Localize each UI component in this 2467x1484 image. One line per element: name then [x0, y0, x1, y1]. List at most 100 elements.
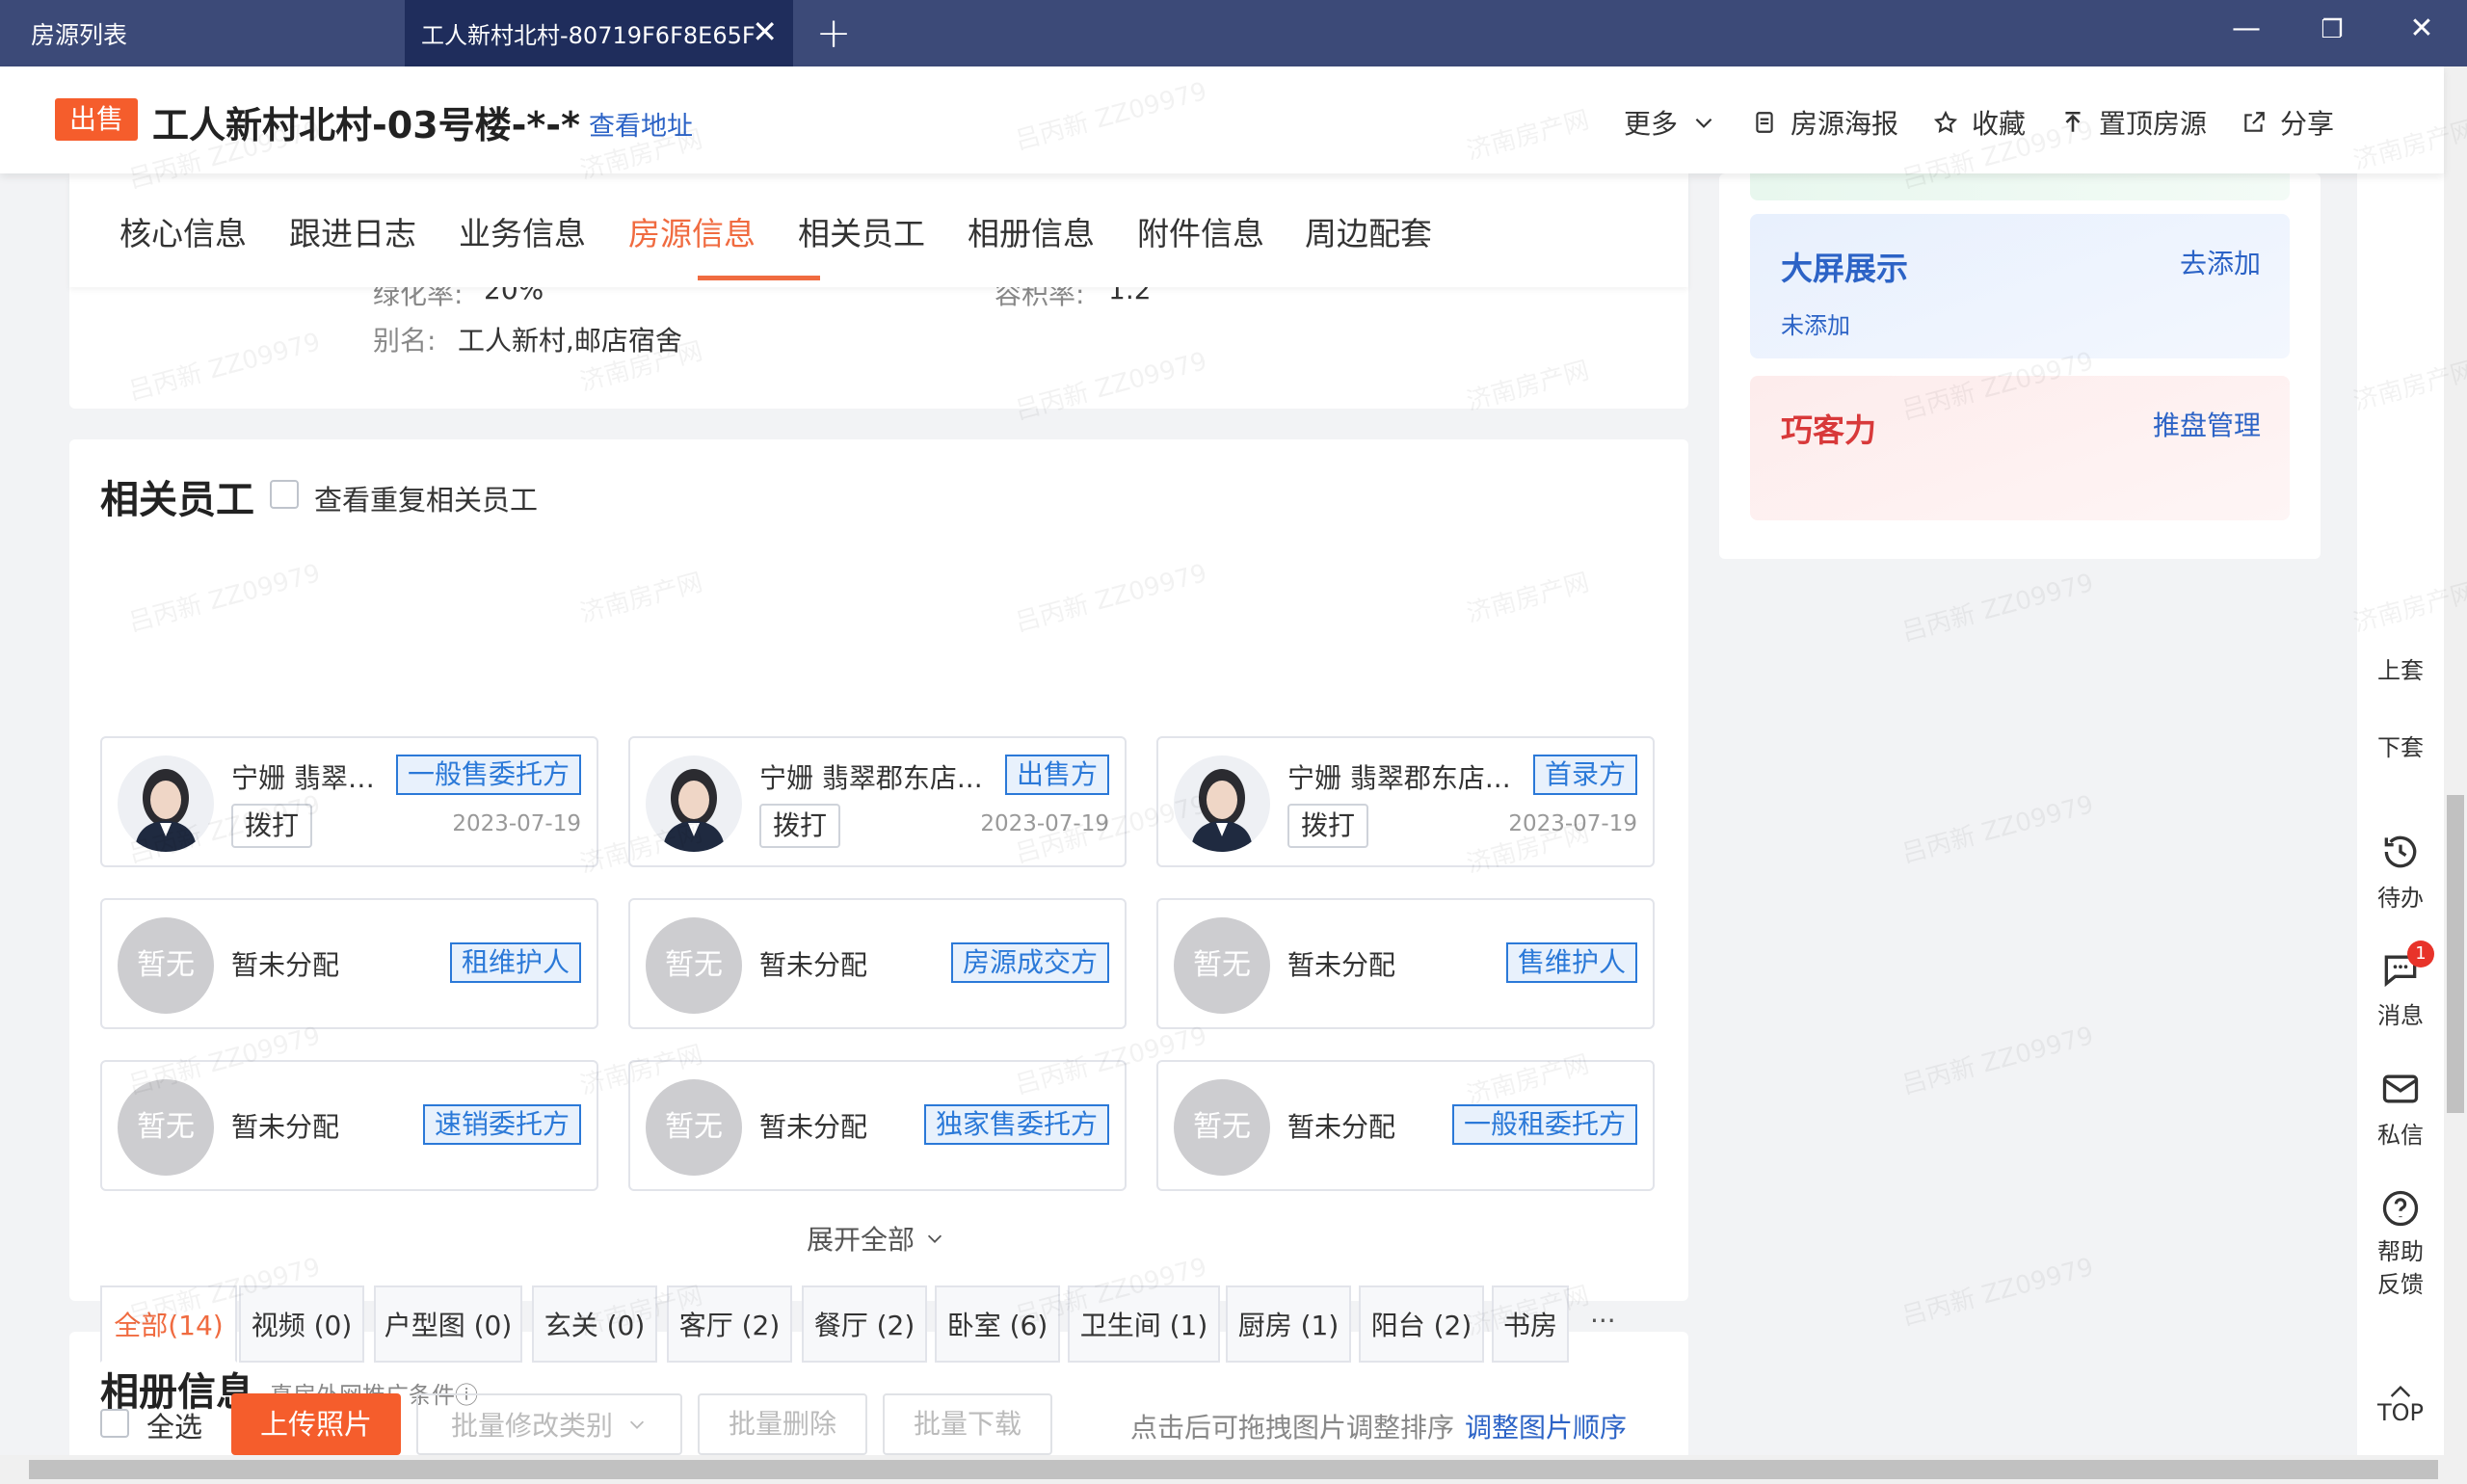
upload-photo-button[interactable]: 上传照片 — [231, 1393, 401, 1455]
private-label: 私信 — [2377, 1122, 2424, 1149]
tab-label: 工人新村北村-80719F6F8E65F — [421, 22, 756, 49]
album-tab[interactable]: 阳台 (2) — [1359, 1285, 1484, 1363]
batch-change-type-button[interactable]: 批量修改类别 — [416, 1393, 682, 1455]
messages-button[interactable]: 消息 1 — [2357, 941, 2444, 1030]
album-tab[interactable]: 厨房 (1) — [1226, 1285, 1351, 1363]
album-tab[interactable]: 全部(14) — [100, 1285, 237, 1363]
staff-name: 暂未分配 — [231, 1111, 340, 1143]
private-message-button[interactable]: 私信 — [2357, 1068, 2444, 1150]
poster-button[interactable]: 房源海报 — [1752, 103, 1898, 142]
qiaokeli-manage-link[interactable]: 推盘管理 — [2153, 405, 2261, 443]
big-screen-title: 大屏展示 — [1781, 250, 1908, 287]
alias-label: 别名: — [373, 325, 437, 357]
avatar — [1174, 755, 1270, 852]
batch-download-button[interactable]: 批量下载 — [883, 1393, 1052, 1455]
album-tab[interactable]: 视频 (0) — [239, 1285, 364, 1363]
staff-card-item: 宁姗 翡翠郡东店... 出售方 拨打 2023-07-19 — [628, 736, 1127, 867]
staff-card-item: 暂无 暂未分配 速销委托方 — [100, 1060, 598, 1191]
vertical-scrollbar[interactable] — [2444, 66, 2467, 1455]
help-feedback-button[interactable]: 帮助 反馈 — [2357, 1187, 2444, 1301]
close-window-button[interactable]: ✕ — [2402, 12, 2441, 45]
nav-tab[interactable]: 核心信息 — [119, 208, 247, 254]
staff-card: 相关员工 查看重复相关员工 宁姗 翡翠郡东店... 一般售委托方拨打 2023-07… — [69, 439, 1688, 1301]
album-tab[interactable]: 书房 — [1492, 1285, 1569, 1363]
help-icon — [2382, 1190, 2419, 1227]
top-label: TOP — [2376, 1399, 2425, 1426]
adjust-order-link[interactable]: 调整图片顺序 — [1465, 1407, 1627, 1445]
help-label: 帮助 反馈 — [2377, 1238, 2424, 1298]
vertical-scroll-thumb[interactable] — [2447, 795, 2464, 1113]
batch-delete-button[interactable]: 批量删除 — [698, 1393, 867, 1455]
expand-label: 展开全部 — [807, 1224, 915, 1256]
back-to-top-button[interactable]: TOP — [2357, 1380, 2444, 1426]
big-screen-card: 大屏展示 去添加 未添加 — [1750, 214, 2290, 358]
big-screen-add-link[interactable]: 去添加 — [2180, 243, 2261, 281]
album-tab[interactable]: 客厅 (2) — [667, 1285, 792, 1363]
staff-card-item: 暂无 暂未分配 售维护人 — [1156, 898, 1655, 1029]
tab-label: 房源列表 — [31, 20, 128, 49]
album-more-tabs[interactable]: ··· — [1590, 1305, 1616, 1337]
favorite-label: 收藏 — [1972, 108, 2027, 140]
minimize-button[interactable]: — — [2227, 12, 2266, 45]
prev-listing-button[interactable]: 上套 — [2357, 651, 2444, 685]
pin-top-button[interactable]: 置顶房源 — [2060, 103, 2207, 142]
green-card-remnant — [1750, 173, 2290, 200]
staff-name: 暂未分配 — [759, 1111, 868, 1143]
nav-tab[interactable]: 相册信息 — [968, 208, 1095, 254]
content-area: 绿化率: 20% 容积率: 1.2 别名: 工人新村,邮店宿舍 相关员工 查看重… — [0, 173, 2361, 1455]
poster-label: 房源海报 — [1791, 108, 1899, 140]
horizontal-scrollbar[interactable] — [0, 1455, 2467, 1484]
nav-tab[interactable]: 相关员工 — [798, 208, 925, 254]
chevron-down-icon — [1695, 118, 1712, 128]
album-tab[interactable]: 卫生间 (1) — [1068, 1285, 1220, 1363]
album-tab[interactable]: 餐厅 (2) — [802, 1285, 927, 1363]
album-tab[interactable]: 卧室 (6) — [935, 1285, 1060, 1363]
staff-card-item: 暂无 暂未分配 一般租委托方 — [1156, 1060, 1655, 1191]
staff-role-tag: 独家售委托方 — [923, 1104, 1109, 1145]
big-screen-status: 未添加 — [1781, 312, 1850, 339]
staff-role-tag: 房源成交方 — [950, 942, 1109, 983]
horizontal-scroll-thumb[interactable] — [29, 1460, 2438, 1479]
new-tab-button[interactable]: + — [809, 0, 858, 66]
select-all-checkbox[interactable] — [100, 1409, 129, 1438]
staff-role-tag: 首录方 — [1532, 755, 1637, 795]
repeat-staff-checkbox[interactable] — [270, 480, 299, 509]
call-button[interactable]: 拨打 — [759, 804, 841, 848]
tab-house-detail[interactable]: 工人新村北村-80719F6F8E65F ✕ — [405, 0, 793, 66]
nav-tab[interactable]: 业务信息 — [459, 208, 586, 254]
sale-badge: 出售 — [55, 98, 138, 141]
tab-house-list[interactable]: 房源列表 — [0, 0, 405, 66]
restore-button[interactable]: ❐ — [2313, 15, 2351, 44]
share-button[interactable]: 分享 — [2242, 103, 2334, 142]
nav-tab[interactable]: 房源信息 — [628, 208, 756, 254]
more-button[interactable]: 更多 — [1624, 103, 1716, 142]
view-address-link[interactable]: 查看地址 — [589, 105, 693, 143]
call-button[interactable]: 拨打 — [1287, 804, 1369, 848]
nav-tab[interactable]: 周边配套 — [1305, 208, 1432, 254]
chevron-up-icon — [2390, 1386, 2411, 1397]
todo-label: 待办 — [2377, 885, 2424, 912]
album-tab[interactable]: 户型图 (0) — [374, 1285, 522, 1363]
expand-all-button[interactable]: 展开全部 — [807, 1219, 945, 1258]
nav-tab[interactable]: 附件信息 — [1137, 208, 1264, 254]
staff-name: 暂未分配 — [759, 949, 868, 981]
nav-tab[interactable]: 跟进日志 — [289, 208, 416, 254]
clock-history-icon — [2384, 835, 2417, 868]
alias-value: 工人新村,邮店宿舍 — [458, 325, 682, 357]
batch-type-label: 批量修改类别 — [450, 1410, 613, 1442]
repeat-staff-label: 查看重复相关员工 — [314, 484, 539, 517]
favorite-button[interactable]: 收藏 — [1933, 103, 2026, 142]
staff-role-tag: 出售方 — [1004, 755, 1109, 795]
close-tab-icon[interactable]: ✕ — [752, 13, 778, 50]
qiaokeli-title: 巧客力 — [1781, 411, 1876, 449]
qiaokeli-card: 巧客力 推盘管理 — [1750, 376, 2290, 520]
album-tab[interactable]: 玄关 (0) — [532, 1285, 657, 1363]
avatar — [646, 755, 742, 852]
todo-button[interactable]: 待办 — [2357, 831, 2444, 913]
staff-date: 2023-07-19 — [452, 811, 581, 836]
call-button[interactable]: 拨打 — [231, 804, 313, 848]
avatar-placeholder: 暂无 — [646, 917, 742, 1014]
avatar-placeholder: 暂无 — [118, 1079, 214, 1176]
staff-name: 暂未分配 — [1287, 1111, 1396, 1143]
next-listing-button[interactable]: 下套 — [2357, 729, 2444, 762]
